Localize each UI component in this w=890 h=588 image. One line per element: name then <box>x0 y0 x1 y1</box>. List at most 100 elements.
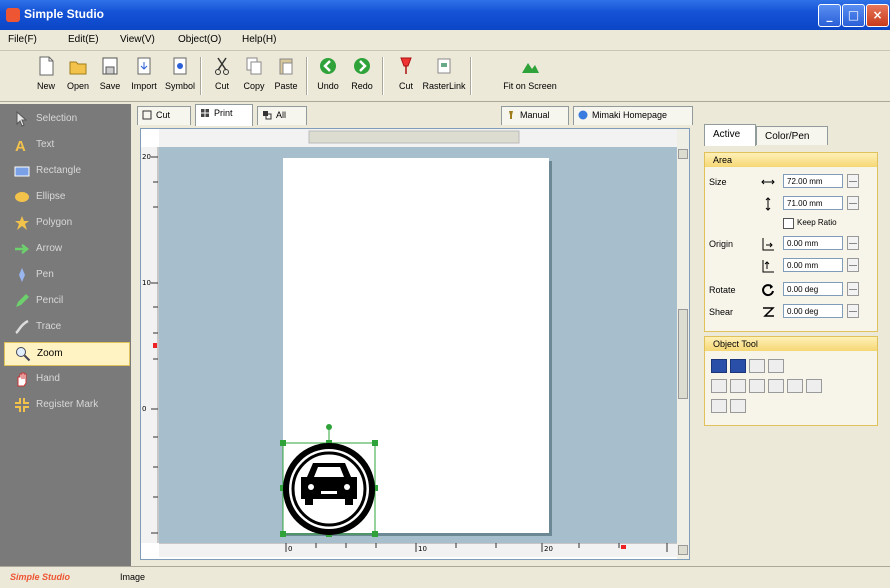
hruler-label: 10 <box>418 545 427 553</box>
align-right-button[interactable] <box>749 379 765 393</box>
status-bar: Simple Studio Image <box>0 566 890 588</box>
align-top-button[interactable] <box>768 379 784 393</box>
svg-text:A: A <box>15 138 26 153</box>
vruler-label: 0 <box>142 405 147 413</box>
bottom-ruler: 0 10 20 <box>159 543 677 557</box>
object-tool-group: Object Tool <box>704 336 878 426</box>
cut-tab-icon <box>142 110 152 120</box>
tool-register-mark[interactable]: Register Mark <box>4 394 128 416</box>
align-center-button[interactable] <box>730 379 746 393</box>
shear-spinner[interactable] <box>847 304 859 318</box>
car-symbol-object[interactable] <box>159 147 677 543</box>
tool-text[interactable]: A Text <box>4 134 128 156</box>
origin-x-input[interactable]: 0.00 mm <box>783 236 843 250</box>
origin-y-spinner[interactable] <box>847 258 859 272</box>
size-height-row: 71.00 mm <box>705 195 877 213</box>
rotate-spinner[interactable] <box>847 282 859 296</box>
fit-screen-icon <box>522 63 539 73</box>
close-button[interactable]: × <box>866 4 889 27</box>
tab-label: Mimaki Homepage <box>592 110 668 120</box>
tab-mimaki-homepage[interactable]: Mimaki Homepage <box>573 106 693 125</box>
tab-color-pen[interactable]: Color/Pen <box>756 126 828 145</box>
tab-print[interactable]: Print <box>195 104 253 126</box>
symbol-button[interactable]: Symbol <box>164 53 196 99</box>
toolbar-separator <box>470 57 472 95</box>
minimize-button[interactable]: _ <box>818 4 841 27</box>
distribute-h-button[interactable] <box>711 399 727 413</box>
height-input[interactable]: 71.00 mm <box>783 196 843 210</box>
menu-view[interactable]: View(V) <box>120 34 155 45</box>
size-label: Size <box>709 177 727 187</box>
tool-selection[interactable]: Selection <box>4 108 128 130</box>
pen-icon <box>19 268 25 282</box>
paste-button[interactable]: Paste <box>270 53 302 99</box>
origin-x-spinner[interactable] <box>847 236 859 250</box>
origin-x-row: Origin 0.00 mm <box>705 235 877 253</box>
menu-file[interactable]: File(F) <box>8 34 37 45</box>
tool-hand[interactable]: Hand <box>4 368 128 390</box>
cut-button[interactable]: Cut <box>206 53 238 99</box>
menu-help[interactable]: Help(H) <box>242 34 276 45</box>
width-spinner[interactable] <box>847 174 859 188</box>
tool-label: Polygon <box>36 217 73 228</box>
copy-button[interactable]: Copy <box>238 53 270 99</box>
new-button[interactable]: New <box>30 53 62 99</box>
distribute-v-button[interactable] <box>730 399 746 413</box>
menu-edit[interactable]: Edit(E) <box>68 34 99 45</box>
height-spinner[interactable] <box>847 196 859 210</box>
scroll-down-arrow[interactable] <box>678 545 688 555</box>
rotate-input[interactable]: 0.00 deg <box>783 282 843 296</box>
origin-y-input[interactable]: 0.00 mm <box>783 258 843 272</box>
object-backward-button[interactable] <box>749 359 765 373</box>
tool-arrow[interactable]: Arrow <box>4 238 128 260</box>
tool-label: Pencil <box>36 295 64 306</box>
tab-all[interactable]: All <box>257 106 307 125</box>
save-button[interactable]: Save <box>94 53 126 99</box>
canvas[interactable] <box>159 147 677 543</box>
tool-rectangle[interactable]: Rectangle <box>4 160 128 182</box>
redo-button[interactable]: Redo <box>346 53 378 99</box>
maximize-button[interactable]: □ <box>842 4 865 27</box>
tool-label: Ellipse <box>36 191 66 202</box>
status-text: Image <box>120 572 146 582</box>
align-middle-button[interactable] <box>787 379 803 393</box>
tool-ellipse[interactable]: Ellipse <box>4 186 128 208</box>
property-panel: Active Color/Pen Area Size 72.00 mm 71.0… <box>700 104 890 566</box>
status-brand-logo: Simple Studio <box>10 572 71 582</box>
shear-input[interactable]: 0.00 deg <box>783 304 843 318</box>
globe-icon <box>578 110 588 120</box>
import-button[interactable]: Import <box>128 53 160 99</box>
align-bottom-button[interactable] <box>806 379 822 393</box>
scroll-thumb[interactable] <box>678 309 688 399</box>
width-input[interactable]: 72.00 mm <box>783 174 843 188</box>
tab-manual[interactable]: Manual <box>501 106 569 125</box>
fit-on-screen-button[interactable]: Fit on Screen <box>500 53 560 99</box>
object-forward-button[interactable] <box>730 359 746 373</box>
tool-zoom[interactable]: Zoom <box>4 342 130 366</box>
copy-icon <box>246 57 262 75</box>
scroll-up-arrow[interactable] <box>678 149 688 159</box>
shear-row: Shear 0.00 deg <box>705 303 877 321</box>
open-button[interactable]: Open <box>62 53 94 99</box>
tool-pen[interactable]: Pen <box>4 264 128 286</box>
object-front-button[interactable] <box>711 359 727 373</box>
vertical-scrollbar[interactable] <box>677 129 689 559</box>
align-left-button[interactable] <box>711 379 727 393</box>
object-back-button[interactable] <box>768 359 784 373</box>
vruler-label: 20 <box>142 153 151 161</box>
tab-cut[interactable]: Cut <box>137 106 191 125</box>
tool-polygon[interactable]: Polygon <box>4 212 128 234</box>
rasterlink-button[interactable]: RasterLink <box>422 53 466 99</box>
tab-label: Print <box>214 108 233 118</box>
tab-active[interactable]: Active <box>704 124 756 146</box>
cutter-button[interactable]: Cut <box>390 53 422 99</box>
tool-trace[interactable]: Trace <box>4 316 128 338</box>
rotate-label: Rotate <box>709 285 736 295</box>
keep-ratio-checkbox[interactable] <box>783 218 794 229</box>
tool-label: Zoom <box>37 348 63 359</box>
save-disk-icon <box>102 57 118 75</box>
menu-object[interactable]: Object(O) <box>178 34 221 45</box>
undo-button[interactable]: Undo <box>312 53 344 99</box>
rotate-icon <box>762 284 774 297</box>
tool-pencil[interactable]: Pencil <box>4 290 128 312</box>
